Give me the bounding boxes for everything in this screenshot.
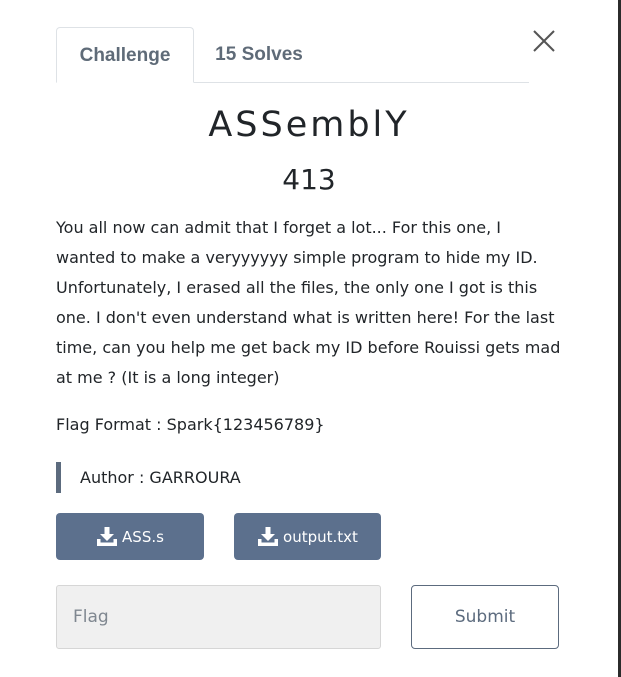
challenge-points: 413 — [282, 163, 336, 196]
challenge-modal: Challenge 15 Solves ASSemblY 413 You all… — [0, 0, 621, 677]
tab-challenge[interactable]: Challenge — [56, 27, 194, 83]
author-text: Author : GARROURA — [80, 468, 241, 487]
challenge-description: You all now can admit that I forget a lo… — [56, 218, 561, 387]
close-icon[interactable] — [531, 28, 557, 54]
download-ass-s-label: ASS.s — [122, 527, 164, 546]
author-blockquote: Author : GARROURA — [56, 462, 241, 493]
flag-format-text: Flag Format : Spark{123456789} — [56, 415, 325, 434]
download-icon — [96, 526, 118, 547]
download-output-txt-label: output.txt — [283, 527, 358, 546]
download-ass-s-button[interactable]: ASS.s — [56, 513, 204, 560]
flag-input[interactable] — [56, 585, 381, 649]
download-output-txt-button[interactable]: output.txt — [234, 513, 381, 560]
submit-button[interactable]: Submit — [411, 585, 559, 649]
challenge-title: ASSemblY — [208, 105, 410, 145]
tab-solves[interactable]: 15 Solves — [201, 27, 317, 82]
challenge-tabs: Challenge 15 Solves — [56, 27, 529, 83]
download-icon — [257, 526, 279, 547]
